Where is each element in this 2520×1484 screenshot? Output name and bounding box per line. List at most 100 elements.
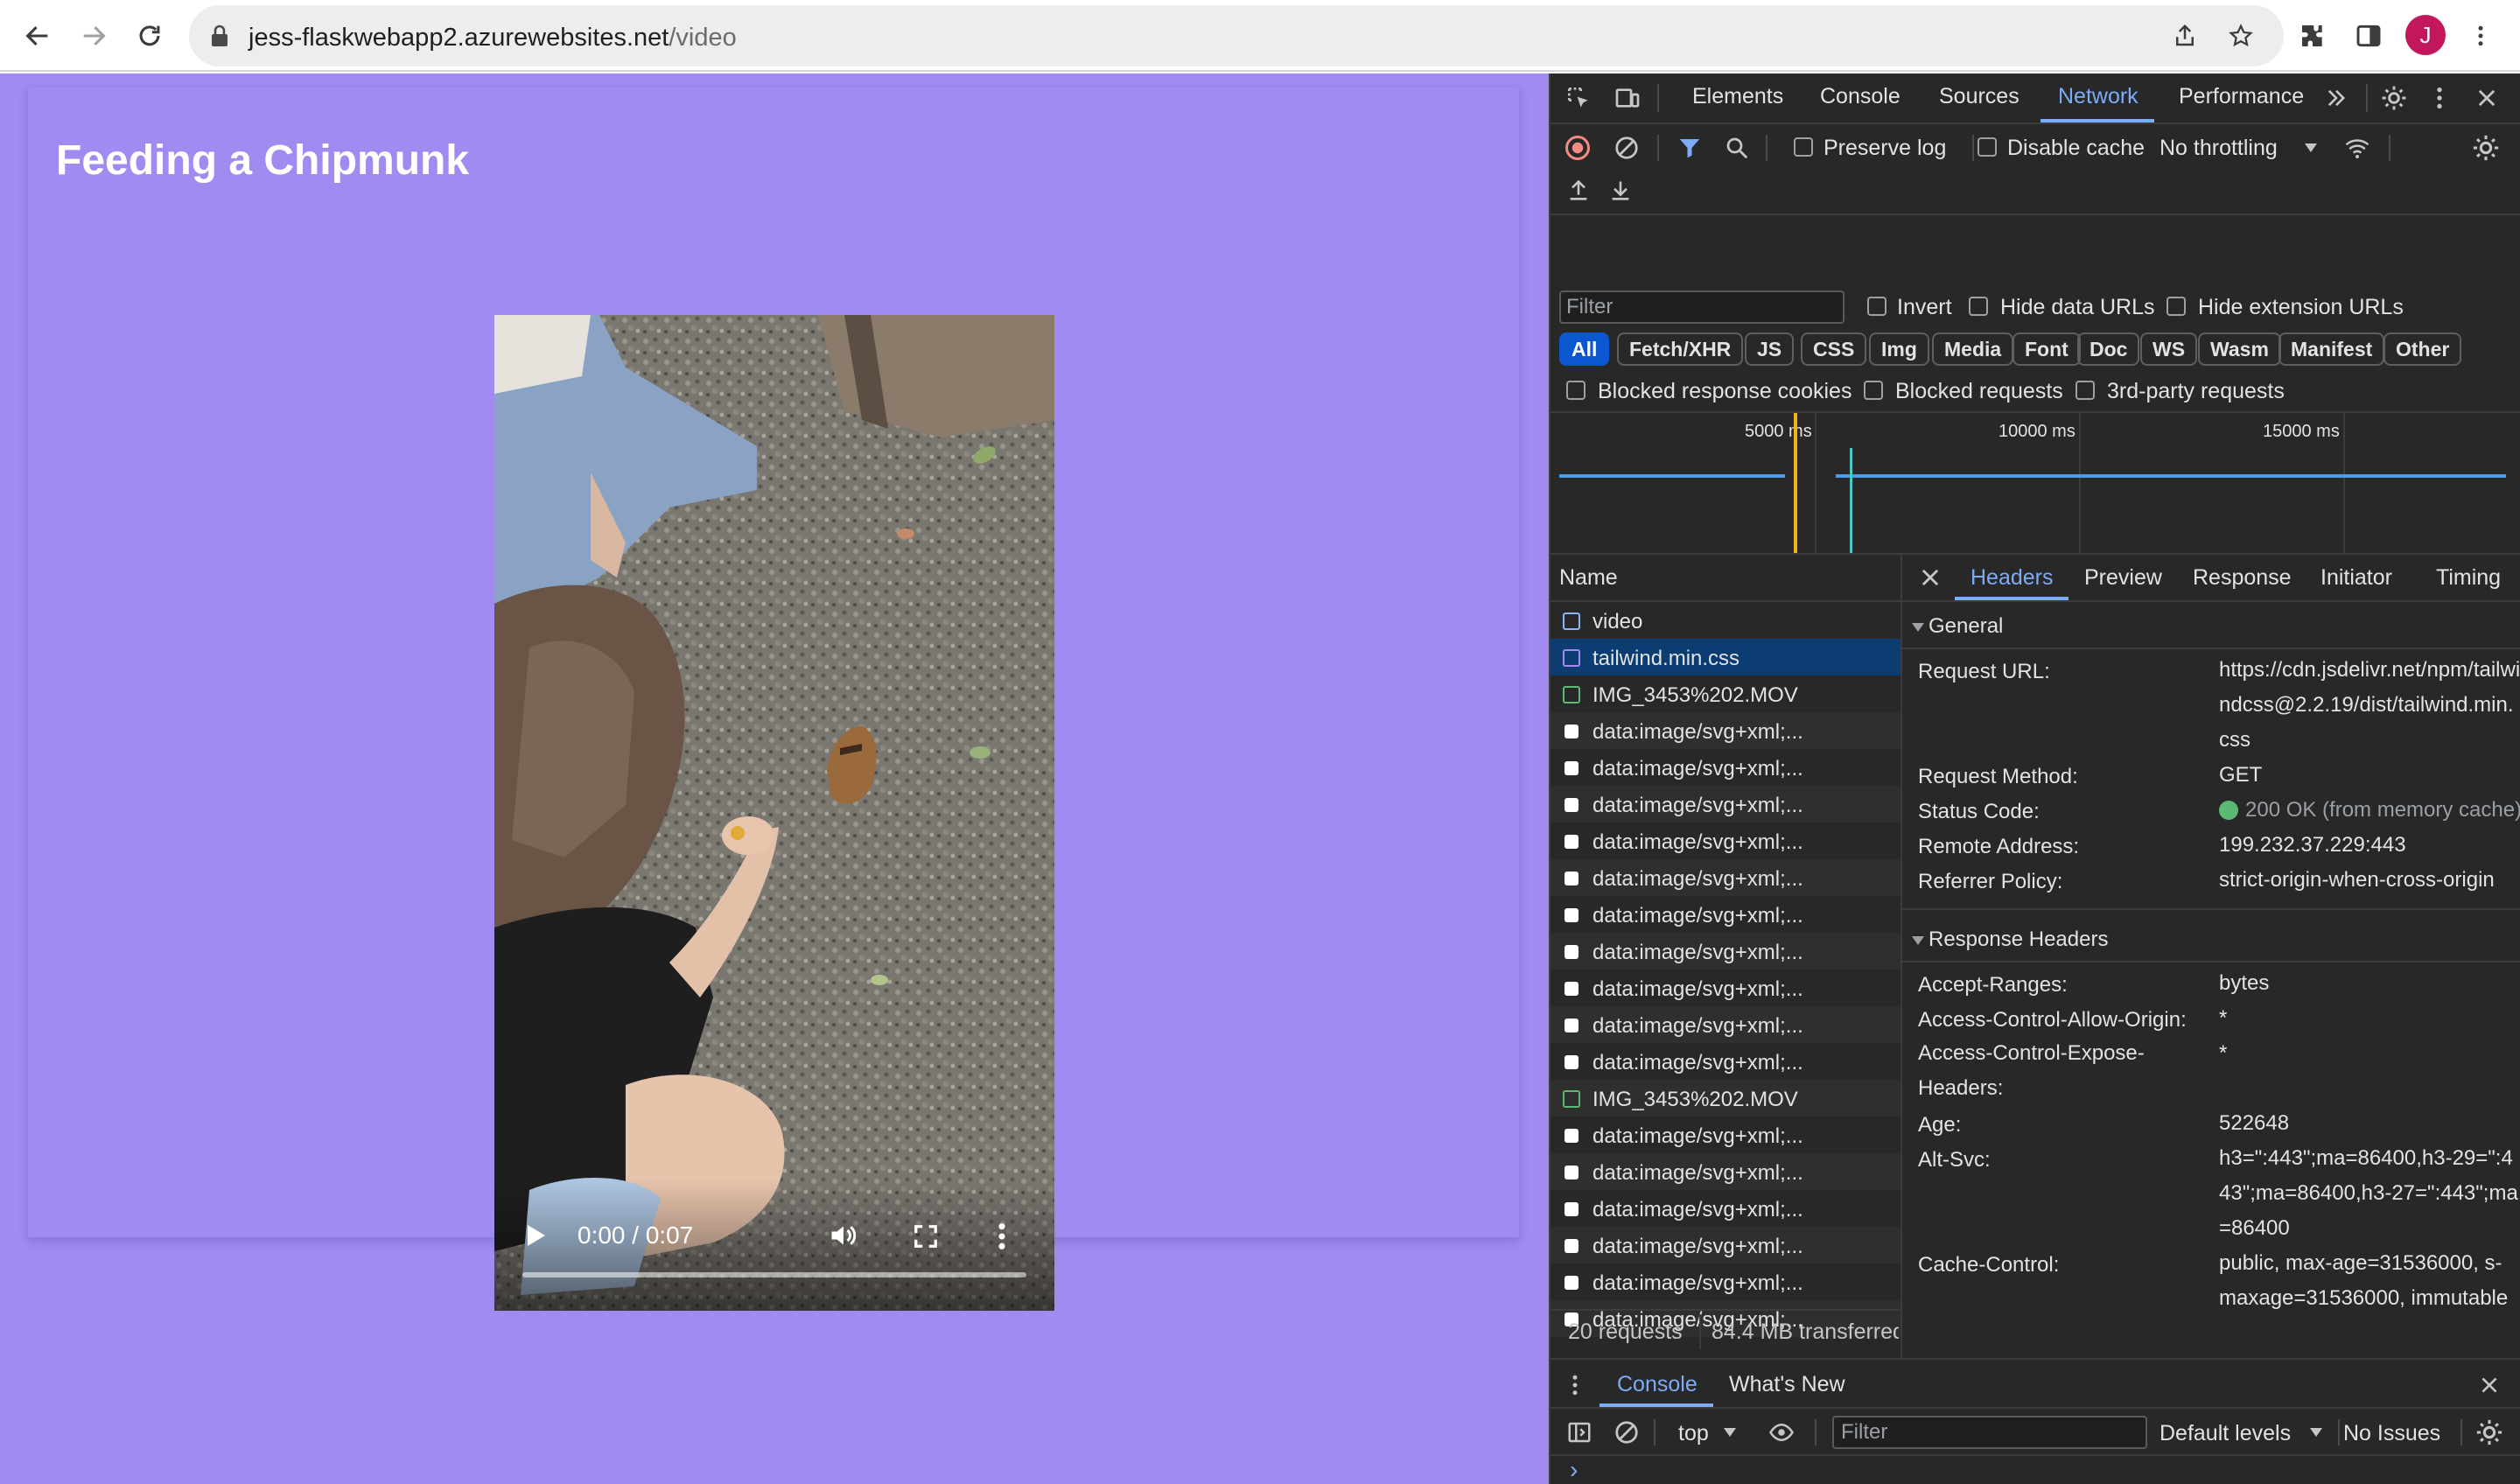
close-icon[interactable] — [2474, 86, 2499, 110]
export-har-icon[interactable] — [1608, 178, 1633, 203]
request-row[interactable]: tailwind.min.css — [1550, 639, 1900, 676]
console-sidebar-icon[interactable] — [1566, 1419, 1592, 1446]
detail-tab-timing[interactable]: Timing — [2436, 565, 2501, 591]
request-row[interactable]: data:image/svg+xml;... — [1550, 1264, 1900, 1300]
detail-tab-response[interactable]: Response — [2193, 565, 2292, 591]
request-row[interactable]: data:image/svg+xml;... — [1550, 1043, 1900, 1080]
tab-console[interactable]: Console — [1820, 84, 1900, 109]
side-panel-button[interactable] — [2348, 16, 2389, 56]
tab-network[interactable]: Network — [2058, 84, 2138, 109]
blocked-requests-checkbox[interactable] — [1864, 381, 1883, 400]
device-toolbar-icon[interactable] — [1614, 84, 1642, 112]
browser-menu-button[interactable] — [2460, 16, 2501, 56]
drawer-tab-whats-new[interactable]: What's New — [1729, 1372, 1845, 1397]
filter-chip-media[interactable]: Media — [1932, 332, 2014, 366]
live-expression-eye-icon[interactable] — [1766, 1419, 1797, 1446]
record-stop-icon[interactable] — [1564, 135, 1591, 161]
close-detail-icon[interactable] — [1918, 565, 1942, 590]
devtools-menu-icon[interactable] — [2432, 84, 2446, 112]
network-settings-icon[interactable] — [2471, 133, 2501, 163]
hide-data-urls-checkbox[interactable] — [1969, 297, 1988, 316]
filter-chip-ws[interactable]: WS — [2140, 332, 2198, 366]
detail-tab-preview[interactable]: Preview — [2084, 565, 2162, 591]
drawer-menu-icon[interactable] — [1570, 1372, 1580, 1398]
clear-console-icon[interactable] — [1614, 1419, 1640, 1446]
console-prompt[interactable]: › — [1570, 1456, 1578, 1484]
network-overview-timeline[interactable]: 5000 ms 10000 ms 15000 ms — [1550, 413, 2520, 553]
request-row[interactable]: IMG_3453%202.MOV — [1550, 1080, 1900, 1116]
detail-tab-headers[interactable]: Headers — [1970, 565, 2054, 591]
back-button[interactable] — [18, 16, 58, 56]
filter-chip-fetch-xhr[interactable]: Fetch/XHR — [1617, 332, 1744, 366]
profile-avatar[interactable]: J — [2405, 15, 2446, 55]
request-row[interactable]: data:image/svg+xml;... — [1550, 1190, 1900, 1227]
filter-chip-font[interactable]: Font — [2012, 332, 2081, 366]
filter-chip-all[interactable]: All — [1559, 332, 1610, 366]
request-row[interactable]: video — [1550, 602, 1900, 639]
request-row[interactable]: data:image/svg+xml;... — [1550, 749, 1900, 786]
disable-cache-checkbox[interactable] — [1978, 137, 1997, 157]
search-icon[interactable] — [1724, 135, 1750, 161]
blocked-response-cookies-checkbox[interactable] — [1566, 381, 1586, 400]
preserve-log-checkbox[interactable] — [1794, 137, 1813, 157]
console-settings-icon[interactable] — [2474, 1418, 2504, 1447]
throttling-select[interactable]: No throttling — [2160, 136, 2278, 161]
request-row[interactable]: data:image/svg+xml;... — [1550, 1116, 1900, 1153]
third-party-requests-checkbox[interactable] — [2076, 381, 2095, 400]
request-row[interactable]: data:image/svg+xml;... — [1550, 786, 1900, 822]
request-row[interactable]: data:image/svg+xml;... — [1550, 859, 1900, 896]
request-row[interactable]: data:image/svg+xml;... — [1550, 970, 1900, 1006]
network-filter-input[interactable]: Filter — [1559, 290, 1844, 324]
tab-sources[interactable]: Sources — [1939, 84, 2020, 109]
filter-chip-doc[interactable]: Doc — [2077, 332, 2140, 366]
reload-button[interactable] — [130, 16, 170, 56]
request-row[interactable]: data:image/svg+xml;... — [1550, 1227, 1900, 1264]
filter-icon[interactable] — [1676, 135, 1703, 161]
collapse-triangle-icon[interactable] — [1911, 934, 1925, 947]
close-drawer-icon[interactable] — [2478, 1374, 2501, 1396]
volume-icon[interactable] — [827, 1220, 860, 1251]
collapse-triangle-icon[interactable] — [1911, 621, 1925, 634]
request-row[interactable]: IMG_3453%202.MOV — [1550, 676, 1900, 712]
bookmark-button[interactable] — [2221, 16, 2261, 56]
filter-chip-img[interactable]: Img — [1869, 332, 1929, 366]
forward-button[interactable] — [74, 16, 114, 56]
request-row[interactable]: data:image/svg+xml;... — [1550, 712, 1900, 749]
request-row[interactable]: data:image/svg+xml;... — [1550, 933, 1900, 970]
general-section-title[interactable]: General — [1928, 614, 2003, 639]
filter-chip-other[interactable]: Other — [2384, 332, 2462, 366]
invert-checkbox[interactable] — [1867, 297, 1886, 316]
extensions-button[interactable] — [2292, 16, 2333, 56]
request-row[interactable]: data:image/svg+xml;... — [1550, 1153, 1900, 1190]
console-filter-input[interactable]: Filter — [1832, 1416, 2147, 1449]
tab-performance[interactable]: Performance — [2179, 84, 2304, 109]
play-icon[interactable] — [522, 1222, 549, 1250]
request-row[interactable]: data:image/svg+xml;... — [1550, 1006, 1900, 1043]
video-player[interactable]: 0:00 / 0:07 — [494, 315, 1054, 1311]
log-levels-select[interactable]: Default levels — [2160, 1421, 2291, 1446]
import-har-icon[interactable] — [1566, 178, 1591, 203]
network-conditions-icon[interactable] — [2343, 135, 2371, 161]
context-selector[interactable]: top — [1678, 1421, 1709, 1446]
tab-elements[interactable]: Elements — [1692, 84, 1783, 109]
response-headers-section-title[interactable]: Response Headers — [1928, 928, 2108, 952]
issues-counter[interactable]: No Issues — [2343, 1421, 2440, 1446]
video-more-icon[interactable] — [995, 1222, 1009, 1251]
clear-icon[interactable] — [1614, 135, 1640, 161]
filter-chip-manifest[interactable]: Manifest — [2278, 332, 2385, 366]
request-row[interactable]: data:image/svg+xml;... — [1550, 822, 1900, 859]
request-row[interactable]: data:image/svg+xml;... — [1550, 896, 1900, 933]
address-bar[interactable]: jess-flaskwebapp2.azurewebsites.net/vide… — [189, 5, 2284, 66]
hide-extension-urls-checkbox[interactable] — [2166, 297, 2186, 316]
name-column-header[interactable]: Name — [1559, 565, 1618, 591]
settings-gear-icon[interactable] — [2380, 84, 2408, 112]
filter-chip-js[interactable]: JS — [1745, 332, 1795, 366]
filter-chip-css[interactable]: CSS — [1801, 332, 1867, 366]
inspect-element-icon[interactable] — [1564, 84, 1592, 112]
more-tabs-icon[interactable] — [2324, 86, 2348, 110]
share-button[interactable] — [2165, 16, 2205, 56]
fullscreen-icon[interactable] — [913, 1223, 939, 1250]
filter-chip-wasm[interactable]: Wasm — [2198, 332, 2281, 366]
drawer-tab-console[interactable]: Console — [1617, 1372, 1698, 1397]
video-progress-bar[interactable] — [522, 1272, 1026, 1278]
